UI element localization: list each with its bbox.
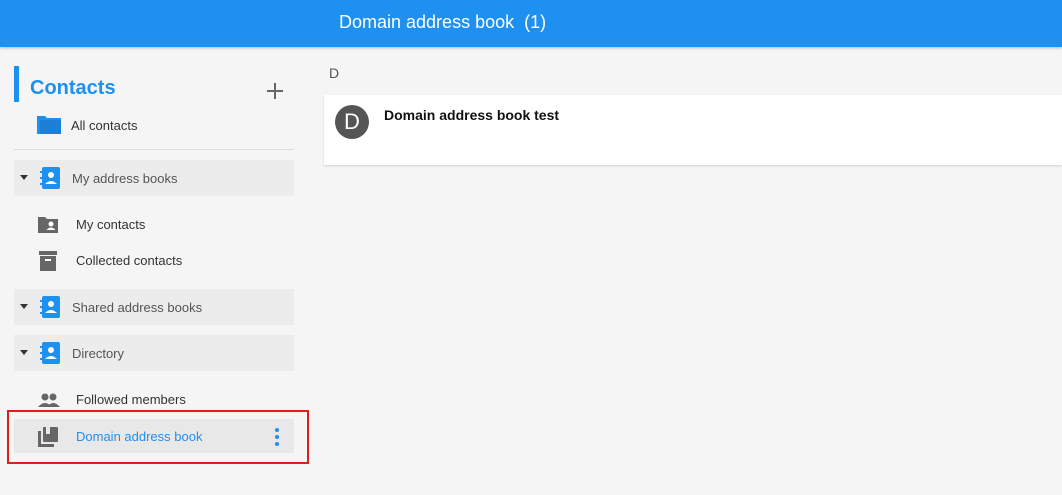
people-icon xyxy=(38,393,60,407)
page-title: Domain address book (1) xyxy=(339,12,547,32)
group-label: Directory xyxy=(72,346,125,361)
sidebar-item-all-contacts[interactable]: All contacts xyxy=(36,113,296,137)
folder-icon xyxy=(37,116,61,134)
divider xyxy=(14,149,294,150)
group-directory[interactable]: Directory xyxy=(14,335,294,371)
section-letter: D xyxy=(329,65,340,81)
app: Domain address book (1) Contacts All con… xyxy=(0,0,1062,495)
contact-name: Domain address book test xyxy=(384,107,560,123)
group-my-address-books[interactable]: My address books xyxy=(14,160,294,196)
item-label: Followed members xyxy=(76,392,186,407)
sidebar: Contacts All contacts My address books M… xyxy=(0,47,310,495)
top-bar: Domain address book (1) xyxy=(0,0,1062,47)
caret-down-icon[interactable] xyxy=(20,350,28,355)
item-label: My contacts xyxy=(76,217,146,232)
caret-down-icon[interactable] xyxy=(20,175,28,180)
contacts-heading: Contacts xyxy=(14,66,296,102)
heading-accent-bar xyxy=(14,66,19,102)
caret-down-icon[interactable] xyxy=(20,304,28,309)
contact-list-panel: D D Domain address book test xyxy=(310,47,1062,495)
add-icon[interactable] xyxy=(264,80,286,102)
address-book-icon xyxy=(40,296,60,318)
highlight-annotation xyxy=(7,410,309,464)
item-label: Collected contacts xyxy=(76,253,183,268)
archive-icon xyxy=(39,251,57,271)
address-book-icon xyxy=(40,167,60,189)
group-shared-address-books[interactable]: Shared address books xyxy=(14,289,294,325)
folder-person-icon xyxy=(38,217,58,233)
contact-card[interactable]: D Domain address book test xyxy=(324,95,1062,165)
address-book-icon xyxy=(40,342,60,364)
contacts-heading-label: Contacts xyxy=(30,77,116,99)
group-label: My address books xyxy=(72,171,178,186)
all-contacts-label: All contacts xyxy=(71,118,138,133)
avatar: D xyxy=(335,105,369,139)
sidebar-item-collected-contacts[interactable]: Collected contacts xyxy=(14,243,294,277)
group-label: Shared address books xyxy=(72,300,203,315)
sidebar-item-my-contacts[interactable]: My contacts xyxy=(14,207,294,241)
